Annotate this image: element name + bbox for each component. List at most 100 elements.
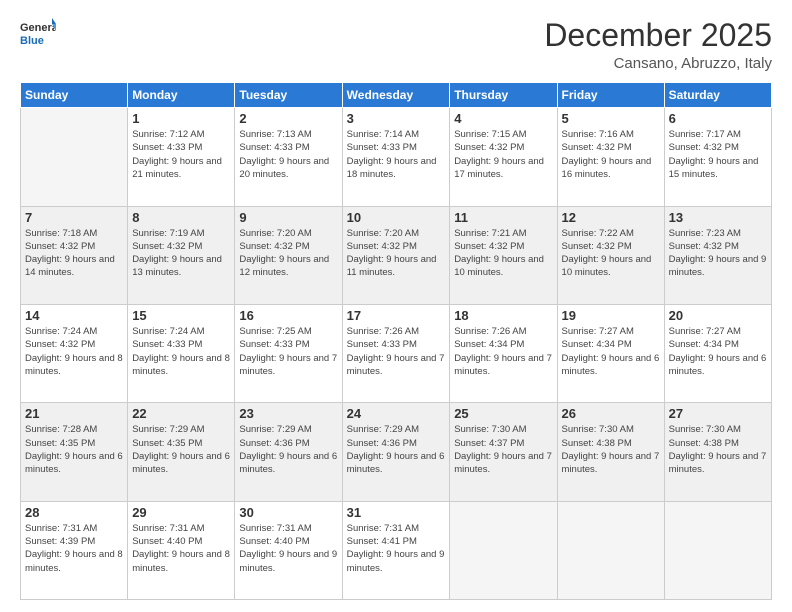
calendar-week-5: 28Sunrise: 7:31 AMSunset: 4:39 PMDayligh… [21, 501, 772, 599]
svg-text:Blue: Blue [20, 35, 44, 47]
day-info: Sunrise: 7:26 AMSunset: 4:34 PMDaylight:… [454, 325, 552, 378]
day-info: Sunrise: 7:18 AMSunset: 4:32 PMDaylight:… [25, 227, 123, 280]
day-info: Sunrise: 7:27 AMSunset: 4:34 PMDaylight:… [669, 325, 767, 378]
calendar-cell: 24 Sunrise: 7:29 AMSunset: 4:36 PMDayligh… [342, 403, 450, 501]
day-info: Sunrise: 7:31 AMSunset: 4:39 PMDaylight:… [25, 522, 123, 575]
calendar-week-4: 21 Sunrise: 7:28 AMSunset: 4:35 PMDayligh… [21, 403, 772, 501]
col-saturday: Saturday [664, 83, 771, 108]
calendar-week-3: 14Sunrise: 7:24 AMSunset: 4:32 PMDayligh… [21, 304, 772, 402]
day-number: 13 [669, 210, 767, 225]
calendar-cell: 5 Sunrise: 7:16 AMSunset: 4:32 PMDaylight… [557, 108, 664, 206]
calendar-cell: 18 Sunrise: 7:26 AMSunset: 4:34 PMDayligh… [450, 304, 557, 402]
calendar-cell: 13 Sunrise: 7:23 AMSunset: 4:32 PMDayligh… [664, 206, 771, 304]
logo: General Blue [20, 18, 56, 48]
day-info: Sunrise: 7:26 AMSunset: 4:33 PMDaylight:… [347, 325, 446, 378]
day-info: Sunrise: 7:20 AMSunset: 4:32 PMDaylight:… [239, 227, 337, 280]
calendar-cell: 22 Sunrise: 7:29 AMSunset: 4:35 PMDayligh… [128, 403, 235, 501]
day-info: Sunrise: 7:12 AMSunset: 4:33 PMDaylight:… [132, 128, 230, 181]
calendar-table: Sunday Monday Tuesday Wednesday Thursday… [20, 82, 772, 600]
calendar-cell: 1 Sunrise: 7:12 AMSunset: 4:33 PMDaylight… [128, 108, 235, 206]
day-info: Sunrise: 7:13 AMSunset: 4:33 PMDaylight:… [239, 128, 337, 181]
calendar-cell: 20 Sunrise: 7:27 AMSunset: 4:34 PMDayligh… [664, 304, 771, 402]
day-info: Sunrise: 7:30 AMSunset: 4:38 PMDaylight:… [669, 423, 767, 476]
day-number: 7 [25, 210, 123, 225]
day-number: 21 [25, 406, 123, 421]
day-number: 2 [239, 111, 337, 126]
day-number: 16 [239, 308, 337, 323]
day-number: 30 [239, 505, 337, 520]
calendar-week-2: 7 Sunrise: 7:18 AMSunset: 4:32 PMDaylight… [21, 206, 772, 304]
day-info: Sunrise: 7:31 AMSunset: 4:40 PMDaylight:… [132, 522, 230, 575]
day-info: Sunrise: 7:21 AMSunset: 4:32 PMDaylight:… [454, 227, 552, 280]
day-info: Sunrise: 7:22 AMSunset: 4:32 PMDaylight:… [562, 227, 660, 280]
calendar-cell: 8 Sunrise: 7:19 AMSunset: 4:32 PMDaylight… [128, 206, 235, 304]
col-sunday: Sunday [21, 83, 128, 108]
day-number: 4 [454, 111, 552, 126]
calendar-cell: 23Sunrise: 7:29 AMSunset: 4:36 PMDayligh… [235, 403, 342, 501]
day-number: 10 [347, 210, 446, 225]
day-info: Sunrise: 7:25 AMSunset: 4:33 PMDaylight:… [239, 325, 337, 378]
day-info: Sunrise: 7:15 AMSunset: 4:32 PMDaylight:… [454, 128, 552, 181]
calendar-cell: 26 Sunrise: 7:30 AMSunset: 4:38 PMDayligh… [557, 403, 664, 501]
svg-text:General: General [20, 22, 56, 34]
logo-icon: General Blue [20, 18, 56, 48]
calendar-cell: 10 Sunrise: 7:20 AMSunset: 4:32 PMDayligh… [342, 206, 450, 304]
day-number: 17 [347, 308, 446, 323]
calendar-cell [557, 501, 664, 599]
location: Cansano, Abruzzo, Italy [544, 55, 772, 72]
day-info: Sunrise: 7:24 AMSunset: 4:33 PMDaylight:… [132, 325, 230, 378]
month-title: December 2025 [544, 18, 772, 53]
calendar-cell: 15Sunrise: 7:24 AMSunset: 4:33 PMDayligh… [128, 304, 235, 402]
calendar-cell: 30 Sunrise: 7:31 AMSunset: 4:40 PMDayligh… [235, 501, 342, 599]
day-number: 3 [347, 111, 446, 126]
calendar-cell: 28Sunrise: 7:31 AMSunset: 4:39 PMDayligh… [21, 501, 128, 599]
day-number: 29 [132, 505, 230, 520]
col-wednesday: Wednesday [342, 83, 450, 108]
day-number: 18 [454, 308, 552, 323]
day-info: Sunrise: 7:31 AMSunset: 4:40 PMDaylight:… [239, 522, 337, 575]
col-tuesday: Tuesday [235, 83, 342, 108]
day-info: Sunrise: 7:29 AMSunset: 4:35 PMDaylight:… [132, 423, 230, 476]
day-number: 14 [25, 308, 123, 323]
day-number: 1 [132, 111, 230, 126]
day-info: Sunrise: 7:20 AMSunset: 4:32 PMDaylight:… [347, 227, 446, 280]
calendar-cell [21, 108, 128, 206]
calendar-cell: 19Sunrise: 7:27 AMSunset: 4:34 PMDayligh… [557, 304, 664, 402]
col-friday: Friday [557, 83, 664, 108]
day-number: 25 [454, 406, 552, 421]
day-number: 20 [669, 308, 767, 323]
day-info: Sunrise: 7:29 AMSunset: 4:36 PMDaylight:… [239, 423, 337, 476]
calendar-cell: 21 Sunrise: 7:28 AMSunset: 4:35 PMDayligh… [21, 403, 128, 501]
calendar-cell [450, 501, 557, 599]
day-number: 9 [239, 210, 337, 225]
day-number: 24 [347, 406, 446, 421]
calendar-cell: 7 Sunrise: 7:18 AMSunset: 4:32 PMDaylight… [21, 206, 128, 304]
calendar-cell: 16 Sunrise: 7:25 AMSunset: 4:33 PMDayligh… [235, 304, 342, 402]
col-monday: Monday [128, 83, 235, 108]
calendar-cell: 14Sunrise: 7:24 AMSunset: 4:32 PMDayligh… [21, 304, 128, 402]
day-number: 5 [562, 111, 660, 126]
header-row: Sunday Monday Tuesday Wednesday Thursday… [21, 83, 772, 108]
day-number: 26 [562, 406, 660, 421]
calendar-cell: 17 Sunrise: 7:26 AMSunset: 4:33 PMDayligh… [342, 304, 450, 402]
calendar-cell: 31Sunrise: 7:31 AMSunset: 4:41 PMDayligh… [342, 501, 450, 599]
day-info: Sunrise: 7:16 AMSunset: 4:32 PMDaylight:… [562, 128, 660, 181]
calendar-cell: 11Sunrise: 7:21 AMSunset: 4:32 PMDayligh… [450, 206, 557, 304]
day-info: Sunrise: 7:14 AMSunset: 4:33 PMDaylight:… [347, 128, 446, 181]
calendar-cell: 2 Sunrise: 7:13 AMSunset: 4:33 PMDaylight… [235, 108, 342, 206]
day-info: Sunrise: 7:29 AMSunset: 4:36 PMDaylight:… [347, 423, 446, 476]
day-number: 19 [562, 308, 660, 323]
day-number: 8 [132, 210, 230, 225]
title-block: December 2025 Cansano, Abruzzo, Italy [544, 18, 772, 72]
calendar-cell: 12Sunrise: 7:22 AMSunset: 4:32 PMDayligh… [557, 206, 664, 304]
calendar-cell: 25 Sunrise: 7:30 AMSunset: 4:37 PMDayligh… [450, 403, 557, 501]
calendar-cell: 3 Sunrise: 7:14 AMSunset: 4:33 PMDaylight… [342, 108, 450, 206]
day-info: Sunrise: 7:19 AMSunset: 4:32 PMDaylight:… [132, 227, 230, 280]
day-info: Sunrise: 7:23 AMSunset: 4:32 PMDaylight:… [669, 227, 767, 280]
header: General Blue December 2025 Cansano, Abru… [20, 18, 772, 72]
calendar-cell: 6Sunrise: 7:17 AMSunset: 4:32 PMDaylight… [664, 108, 771, 206]
day-info: Sunrise: 7:28 AMSunset: 4:35 PMDaylight:… [25, 423, 123, 476]
day-number: 22 [132, 406, 230, 421]
day-info: Sunrise: 7:30 AMSunset: 4:38 PMDaylight:… [562, 423, 660, 476]
day-info: Sunrise: 7:30 AMSunset: 4:37 PMDaylight:… [454, 423, 552, 476]
